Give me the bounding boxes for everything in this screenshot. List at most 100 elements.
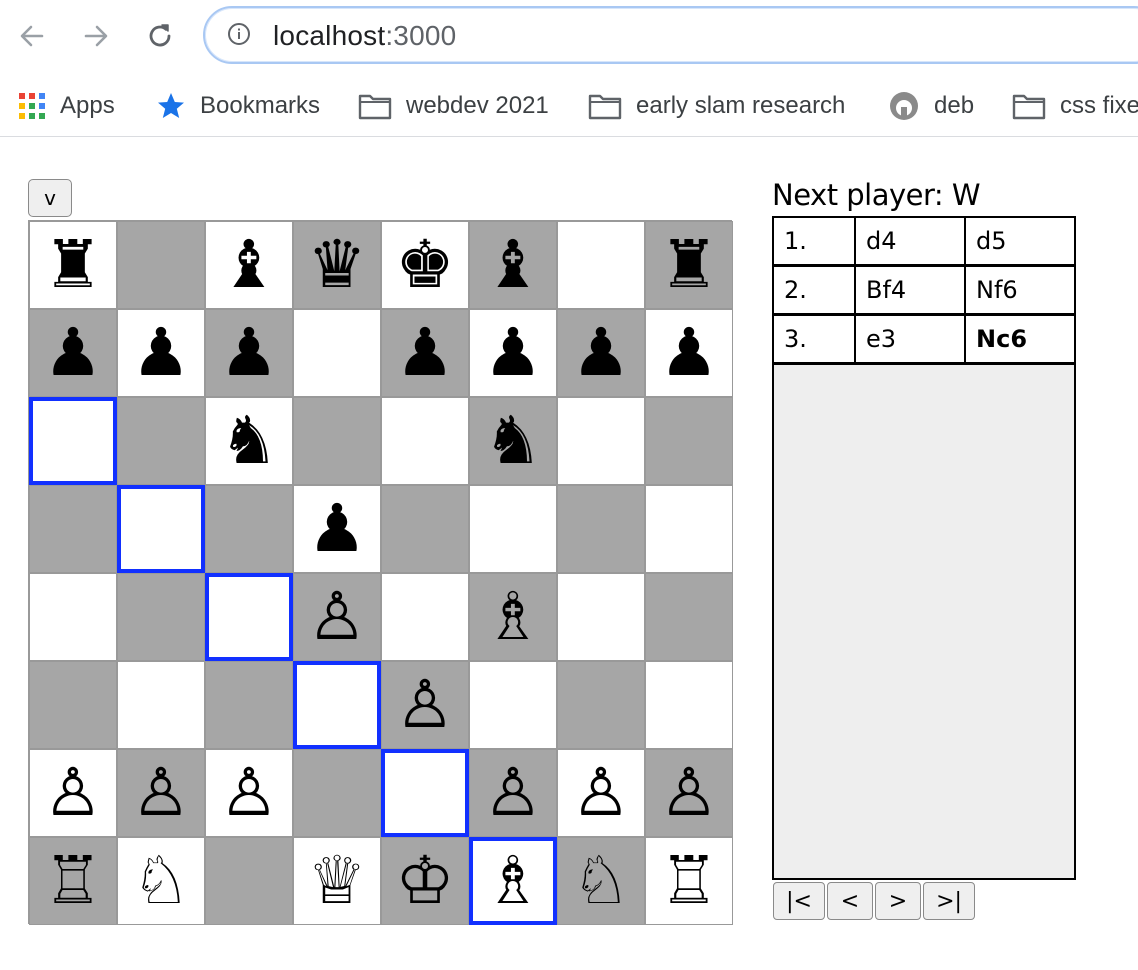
white-pawn-piece[interactable]: ♙: [395, 672, 454, 738]
square-f1[interactable]: ♗: [469, 837, 557, 925]
square-f4[interactable]: ♗: [469, 573, 557, 661]
square-h3[interactable]: [645, 661, 733, 749]
square-c1[interactable]: [205, 837, 293, 925]
square-b4[interactable]: [117, 573, 205, 661]
square-d3[interactable]: [293, 661, 381, 749]
square-d8[interactable]: ♛: [293, 221, 381, 309]
square-e6[interactable]: [381, 397, 469, 485]
square-e4[interactable]: [381, 573, 469, 661]
square-h8[interactable]: ♜: [645, 221, 733, 309]
square-f2[interactable]: ♙: [469, 749, 557, 837]
square-a7[interactable]: ♟: [29, 309, 117, 397]
white-pawn-piece[interactable]: ♙: [219, 760, 278, 826]
forward-button[interactable]: [78, 18, 114, 54]
square-e1[interactable]: ♔: [381, 837, 469, 925]
square-b5[interactable]: [117, 485, 205, 573]
square-g6[interactable]: [557, 397, 645, 485]
black-pawn-piece[interactable]: ♟: [131, 320, 190, 386]
square-h5[interactable]: [645, 485, 733, 573]
white-pawn-piece[interactable]: ♙: [307, 584, 366, 650]
black-pawn-piece[interactable]: ♟: [395, 320, 454, 386]
black-move[interactable]: Nc6: [966, 316, 1074, 362]
bookmark-css-fixe[interactable]: css fixe: [1012, 86, 1138, 126]
black-pawn-piece[interactable]: ♟: [43, 320, 102, 386]
white-bishop-piece[interactable]: ♗: [483, 584, 542, 650]
square-d1[interactable]: ♕: [293, 837, 381, 925]
square-h4[interactable]: [645, 573, 733, 661]
back-button[interactable]: [14, 18, 50, 54]
square-e5[interactable]: [381, 485, 469, 573]
white-move[interactable]: d4: [856, 218, 966, 264]
square-a6[interactable]: [29, 397, 117, 485]
square-e8[interactable]: ♚: [381, 221, 469, 309]
square-h2[interactable]: ♙: [645, 749, 733, 837]
square-g4[interactable]: [557, 573, 645, 661]
square-a2[interactable]: ♙: [29, 749, 117, 837]
square-f8[interactable]: ♝: [469, 221, 557, 309]
square-b1[interactable]: ♘: [117, 837, 205, 925]
square-e3[interactable]: ♙: [381, 661, 469, 749]
square-b7[interactable]: ♟: [117, 309, 205, 397]
square-g3[interactable]: [557, 661, 645, 749]
square-a1[interactable]: ♖: [29, 837, 117, 925]
square-c7[interactable]: ♟: [205, 309, 293, 397]
black-pawn-piece[interactable]: ♟: [483, 320, 542, 386]
square-d2[interactable]: [293, 749, 381, 837]
black-rook-piece[interactable]: ♜: [659, 232, 718, 298]
white-pawn-piece[interactable]: ♙: [43, 760, 102, 826]
info-icon[interactable]: [227, 22, 251, 46]
black-knight-piece[interactable]: ♞: [483, 408, 542, 474]
square-d4[interactable]: ♙: [293, 573, 381, 661]
black-move[interactable]: d5: [966, 218, 1074, 264]
square-g2[interactable]: ♙: [557, 749, 645, 837]
white-king-piece[interactable]: ♔: [395, 848, 454, 914]
white-rook-piece[interactable]: ♖: [43, 848, 102, 914]
white-rook-piece[interactable]: ♖: [659, 848, 718, 914]
white-queen-piece[interactable]: ♕: [307, 848, 366, 914]
white-pawn-piece[interactable]: ♙: [131, 760, 190, 826]
black-knight-piece[interactable]: ♞: [219, 408, 278, 474]
white-pawn-piece[interactable]: ♙: [483, 760, 542, 826]
square-d5[interactable]: ♟: [293, 485, 381, 573]
square-h6[interactable]: [645, 397, 733, 485]
bookmark-deb[interactable]: deb: [888, 86, 974, 126]
bookmark-apps[interactable]: Apps: [18, 86, 115, 126]
square-f3[interactable]: [469, 661, 557, 749]
square-f7[interactable]: ♟: [469, 309, 557, 397]
black-pawn-piece[interactable]: ♟: [571, 320, 630, 386]
address-bar[interactable]: localhost:3000: [203, 6, 1138, 64]
black-pawn-piece[interactable]: ♟: [219, 320, 278, 386]
white-knight-piece[interactable]: ♘: [131, 848, 190, 914]
square-a3[interactable]: [29, 661, 117, 749]
square-e2[interactable]: [381, 749, 469, 837]
black-bishop-piece[interactable]: ♝: [483, 232, 542, 298]
square-b2[interactable]: ♙: [117, 749, 205, 837]
square-a4[interactable]: [29, 573, 117, 661]
black-queen-piece[interactable]: ♛: [307, 232, 366, 298]
square-g5[interactable]: [557, 485, 645, 573]
flip-board-button[interactable]: v: [28, 179, 72, 217]
black-rook-piece[interactable]: ♜: [43, 232, 102, 298]
square-f6[interactable]: ♞: [469, 397, 557, 485]
prev-move-button[interactable]: <: [827, 882, 873, 920]
white-move[interactable]: Bf4: [856, 267, 966, 313]
square-c5[interactable]: [205, 485, 293, 573]
square-e7[interactable]: ♟: [381, 309, 469, 397]
square-c3[interactable]: [205, 661, 293, 749]
square-g8[interactable]: [557, 221, 645, 309]
square-b3[interactable]: [117, 661, 205, 749]
square-c6[interactable]: ♞: [205, 397, 293, 485]
square-c2[interactable]: ♙: [205, 749, 293, 837]
black-pawn-piece[interactable]: ♟: [659, 320, 718, 386]
square-g7[interactable]: ♟: [557, 309, 645, 397]
white-knight-piece[interactable]: ♘: [571, 848, 630, 914]
first-move-button[interactable]: |<: [773, 882, 825, 920]
white-pawn-piece[interactable]: ♙: [571, 760, 630, 826]
reload-button[interactable]: [142, 18, 178, 54]
black-bishop-piece[interactable]: ♝: [219, 232, 278, 298]
white-pawn-piece[interactable]: ♙: [659, 760, 718, 826]
white-move[interactable]: e3: [856, 316, 966, 362]
bookmark-webdev-2021[interactable]: webdev 2021: [358, 86, 549, 126]
square-g1[interactable]: ♘: [557, 837, 645, 925]
square-a5[interactable]: [29, 485, 117, 573]
